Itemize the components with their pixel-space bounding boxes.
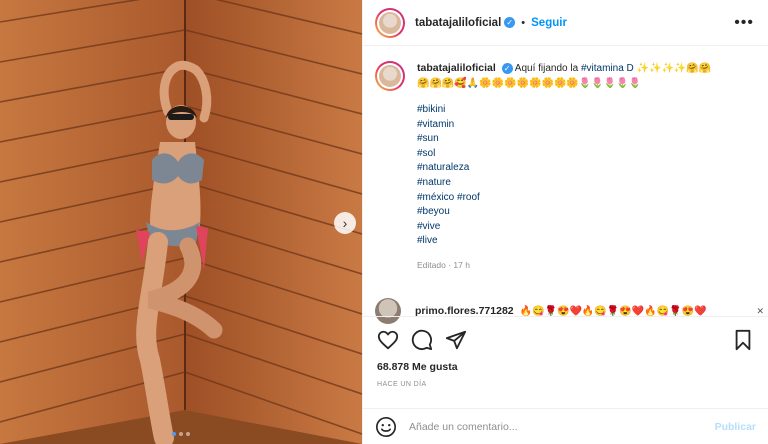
post-actions: 68.878 Me gusta HACE UN DÍA bbox=[363, 316, 768, 388]
hashtag-link[interactable]: #beyou bbox=[417, 205, 711, 220]
post-image[interactable]: › bbox=[0, 0, 362, 444]
caption-hashtag-link[interactable]: #vitamina D bbox=[581, 63, 634, 74]
caption-text: Aquí fijando la bbox=[514, 63, 579, 74]
comment-text: 🔥😋🌹😍❤️🔥😋🌹😍❤️🔥😋🌹😍❤️ bbox=[519, 305, 707, 317]
hashtag-link[interactable]: #live bbox=[417, 234, 711, 249]
next-image-button[interactable]: › bbox=[334, 212, 356, 234]
emoji-icon[interactable] bbox=[375, 416, 397, 438]
instagram-post: › tabatajaliloficial ✓ • Seguir ••• taba… bbox=[0, 0, 768, 444]
verified-badge-icon: ✓ bbox=[504, 17, 516, 28]
add-comment-bar: Publicar bbox=[363, 408, 768, 444]
verified-badge-icon: ✓ bbox=[501, 62, 513, 74]
caption-emojis-2: 🤗🤗🤗🥰🙏🌼🌼🌼🌼🌼🌼🌼🌼🌷🌷🌷🌷🌷 bbox=[417, 77, 642, 89]
publish-button[interactable]: Publicar bbox=[715, 421, 756, 433]
hashtag-link[interactable]: #sol bbox=[417, 147, 711, 162]
caption-avatar[interactable] bbox=[375, 61, 405, 91]
post-header: tabatajaliloficial ✓ • Seguir ••• bbox=[363, 0, 768, 46]
hashtag-link[interactable]: #vive bbox=[417, 220, 711, 235]
heart-icon[interactable] bbox=[377, 329, 399, 351]
action-bar bbox=[377, 327, 754, 353]
hashtag-list: #bikini #vitamin #sun #sol #naturaleza #… bbox=[417, 103, 711, 249]
separator-dot: • bbox=[521, 16, 526, 29]
more-horizontal-icon[interactable]: ••• bbox=[734, 14, 754, 32]
hashtag-link[interactable]: #naturaleza bbox=[417, 161, 711, 176]
caption-body: tabatajaliloficial ✓ Aquí fijando la #vi… bbox=[417, 61, 711, 272]
hashtag-link[interactable]: #bikini bbox=[417, 103, 711, 118]
hashtag-link[interactable]: #sun bbox=[417, 132, 711, 147]
hashtag-link[interactable]: #vitamin bbox=[417, 118, 711, 133]
comment-icon[interactable] bbox=[411, 329, 433, 351]
carousel-indicator bbox=[172, 432, 190, 436]
caption-username[interactable]: tabatajaliloficial bbox=[417, 62, 496, 74]
caption-row: tabatajaliloficial ✓ Aquí fijando la #vi… bbox=[375, 61, 756, 272]
bookmark-icon[interactable] bbox=[732, 329, 754, 351]
hashtag-link[interactable]: #nature bbox=[417, 176, 711, 191]
caption-emojis-1: ✨✨✨✨🤗🤗 bbox=[636, 63, 712, 74]
edited-timestamp: Editado · 17 h bbox=[417, 259, 470, 270]
share-icon[interactable] bbox=[445, 329, 467, 351]
carousel-dot-3 bbox=[186, 432, 190, 436]
comment-input[interactable] bbox=[409, 420, 715, 433]
carousel-dot-2 bbox=[179, 432, 183, 436]
wooden-corner-photo bbox=[0, 0, 362, 444]
author-avatar[interactable] bbox=[375, 7, 405, 38]
author-username[interactable]: tabatajaliloficial bbox=[415, 17, 501, 29]
follow-button[interactable]: Seguir bbox=[531, 17, 567, 29]
caption-area: tabatajaliloficial ✓ Aquí fijando la #vi… bbox=[363, 47, 768, 317]
likes-count[interactable]: 68.878 Me gusta bbox=[377, 361, 754, 373]
hashtag-link[interactable]: #méxico #roof bbox=[417, 191, 711, 206]
carousel-dot-1 bbox=[172, 432, 176, 436]
post-date: HACE UN DÍA bbox=[377, 381, 427, 388]
post-sidebar: tabatajaliloficial ✓ • Seguir ••• tabata… bbox=[362, 0, 768, 444]
